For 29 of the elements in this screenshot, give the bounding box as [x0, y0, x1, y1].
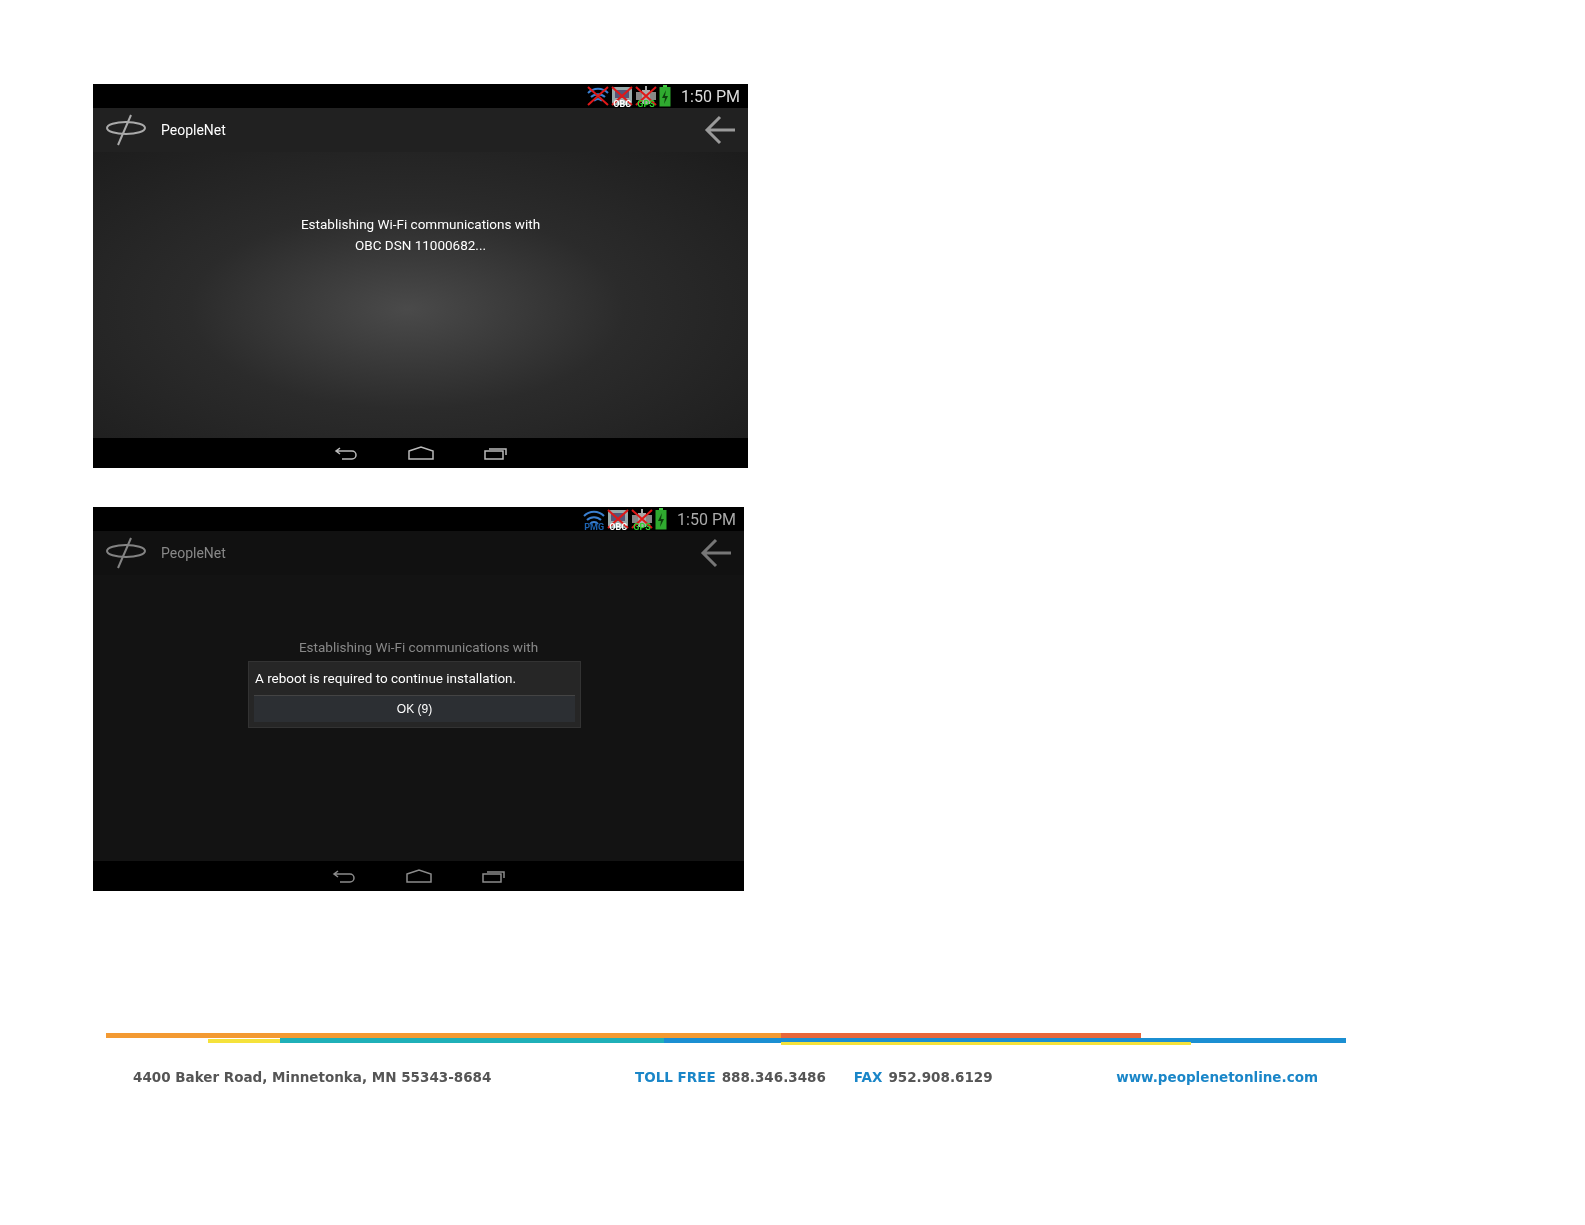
status-message: OBC DSN 11000682...	[354, 236, 487, 255]
back-arrow-icon[interactable]	[704, 115, 736, 145]
ok-button[interactable]: OK (9)	[254, 696, 575, 722]
home-icon[interactable]	[407, 446, 434, 460]
website-link[interactable]: www.peoplenetonline.com	[1116, 1069, 1318, 1085]
icon-label: OBC	[613, 99, 632, 109]
recents-icon[interactable]	[483, 446, 508, 460]
fax-number: 952.908.6129	[888, 1069, 993, 1085]
app-title: PeopleNet	[161, 122, 227, 138]
logo-icon	[105, 114, 147, 146]
status-message: Establishing Wi-Fi communications with	[300, 215, 541, 234]
phone-number: 888.346.3486	[721, 1069, 826, 1085]
back-arrow-icon[interactable]	[700, 538, 732, 568]
status-time: 1:50 PM	[677, 509, 736, 529]
status-message: Establishing Wi-Fi communications with	[298, 638, 539, 657]
home-icon[interactable]	[405, 869, 432, 883]
logo-icon	[105, 537, 147, 569]
fax-label: FAX	[853, 1069, 883, 1085]
battery-icon	[659, 85, 672, 107]
recents-icon[interactable]	[481, 869, 506, 883]
back-icon[interactable]	[333, 446, 358, 460]
status-time: 1:50 PM	[681, 86, 740, 106]
address-text: 4400 Baker Road, Minnetonka, MN 55343-8684	[133, 1069, 493, 1085]
icon-label: PMG	[584, 522, 604, 532]
icon-label: OBC	[609, 522, 628, 532]
app-title: PeopleNet	[161, 545, 227, 561]
back-icon[interactable]	[331, 869, 356, 883]
toll-free-label: TOLL FREE	[635, 1069, 716, 1085]
battery-icon	[655, 508, 668, 530]
